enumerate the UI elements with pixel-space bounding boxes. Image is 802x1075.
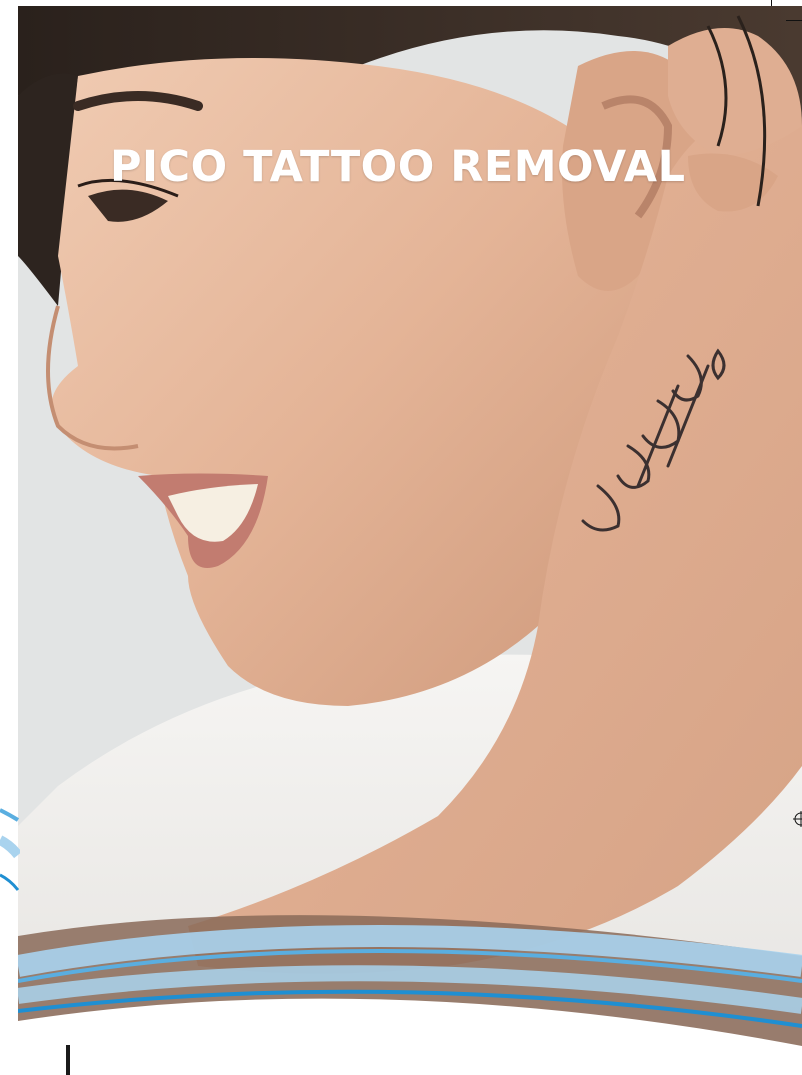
crop-mark-right (786, 20, 802, 21)
brochure-page: PICO TATTOO REMOVAL (0, 0, 802, 1075)
hero-photo: PICO TATTOO REMOVAL (18, 6, 802, 1046)
decorative-wave-band (18, 915, 802, 1046)
left-edge-wave (0, 808, 20, 891)
registration-mark-icon (793, 811, 802, 827)
page-marker (66, 1045, 70, 1075)
crop-mark-top (771, 0, 772, 6)
